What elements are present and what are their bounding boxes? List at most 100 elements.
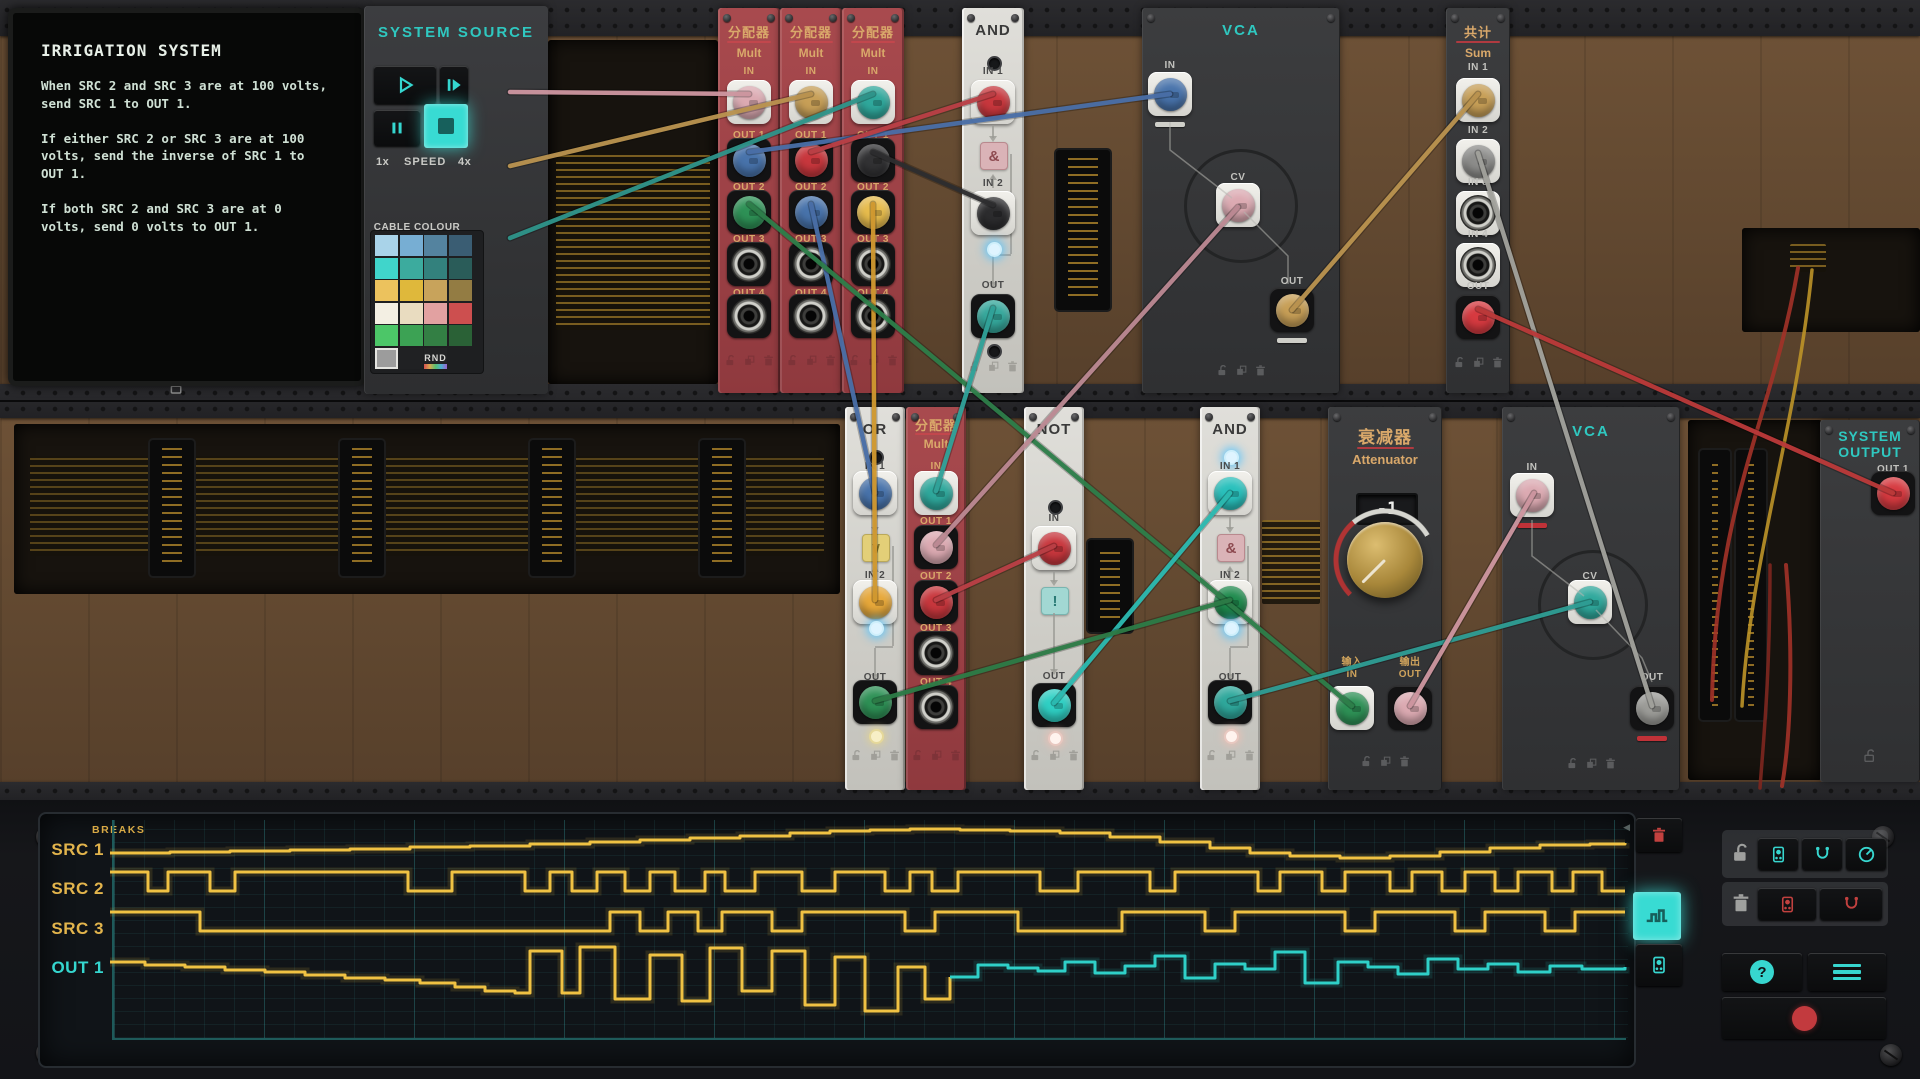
copy-icon[interactable] (1585, 757, 1598, 770)
lock-knobs-button[interactable] (1846, 838, 1886, 870)
patch-cable[interactable] (873, 204, 875, 600)
cable-colour-swatch[interactable] (400, 258, 423, 279)
copy-icon[interactable] (987, 360, 1000, 373)
trash-icon[interactable] (824, 354, 837, 367)
lock-icon[interactable] (1029, 749, 1042, 762)
cable-colour-swatch[interactable] (400, 280, 423, 301)
trash-icon[interactable] (762, 354, 775, 367)
trash-icon[interactable] (888, 749, 901, 762)
lock-icon[interactable] (724, 354, 737, 367)
module-sum[interactable]: 共计 Sum IN 1 IN 2 IN 3 IN 4 OUT (1446, 8, 1510, 393)
lock-icon[interactable] (786, 354, 799, 367)
lock-icon[interactable] (1360, 755, 1373, 768)
cable-colour-swatch[interactable] (424, 280, 447, 301)
cable-colour-swatch[interactable] (449, 303, 472, 324)
trash-icon[interactable] (1067, 749, 1080, 762)
cable-colour-swatch[interactable] (375, 280, 398, 301)
cable-colour-swatch[interactable] (375, 325, 398, 346)
trash-icon[interactable] (949, 749, 962, 762)
help-button[interactable]: ? (1722, 953, 1802, 991)
scope-wave-view-button[interactable] (1633, 892, 1681, 940)
delete-modules-button[interactable] (1758, 888, 1816, 920)
lock-icon[interactable] (848, 354, 861, 367)
scope-delete-button[interactable] (1636, 818, 1682, 852)
delete-cables-button[interactable] (1820, 888, 1882, 920)
cable-colour-swatch[interactable] (424, 303, 447, 324)
module-title-cn: 共计 (1446, 22, 1510, 41)
status-led (1224, 621, 1239, 636)
copy-icon[interactable] (743, 354, 756, 367)
cable-colour-swatch[interactable] (400, 235, 423, 256)
cable-colour-swatch[interactable] (449, 280, 472, 301)
lock-icon[interactable] (1453, 356, 1466, 369)
port-out4[interactable] (789, 294, 833, 338)
cable-colour-swatch[interactable] (400, 348, 423, 369)
cable-colour-swatch[interactable] (375, 258, 398, 279)
cable-colour-swatch[interactable] (424, 258, 447, 279)
module-mult-2[interactable]: 分配器 Mult IN OUT 1 OUT 2 OUT 3 OUT 4 (780, 8, 842, 393)
port-out2[interactable] (727, 190, 771, 234)
trash-icon[interactable] (1491, 356, 1504, 369)
cable-colour-swatch[interactable] (400, 325, 423, 346)
lock-icon[interactable] (1205, 749, 1218, 762)
cable-colour-swatch[interactable] (400, 303, 423, 324)
port-out4[interactable] (914, 685, 958, 729)
step-button[interactable] (440, 66, 468, 104)
port-out[interactable] (971, 294, 1015, 338)
play-button[interactable] (374, 66, 436, 104)
cable-colour-swatch[interactable] (424, 235, 447, 256)
copy-icon[interactable] (869, 749, 882, 762)
copy-icon[interactable] (805, 354, 818, 367)
trash-icon[interactable] (1006, 360, 1019, 373)
menu-button[interactable] (1808, 953, 1886, 991)
module-and-1[interactable]: AND IN 1 & IN 2 OUT (962, 8, 1024, 393)
module-not[interactable]: NOT IN ! OUT (1024, 407, 1084, 790)
port-in1[interactable] (1456, 78, 1500, 122)
lock-icon[interactable] (850, 749, 863, 762)
lock-icon[interactable] (1216, 364, 1229, 377)
scope-module-view-button[interactable] (1636, 944, 1682, 986)
cable-colour-swatch[interactable] (449, 258, 472, 279)
cable-colour-swatch[interactable] (449, 325, 472, 346)
stop-button[interactable] (424, 104, 468, 148)
scope-grid (112, 820, 1628, 1038)
module-vca-2[interactable]: VCA IN CV OUT (1502, 407, 1680, 790)
trash-icon[interactable] (886, 354, 899, 367)
module-vca-1[interactable]: VCA IN CV OUT (1142, 8, 1340, 393)
attenuation-knob[interactable] (1347, 522, 1423, 598)
record-button[interactable] (1722, 997, 1886, 1039)
port-out3[interactable] (914, 631, 958, 675)
lock-icon[interactable] (1566, 757, 1579, 770)
random-colour-button[interactable]: RND (424, 348, 447, 369)
cable-colour-swatch[interactable] (449, 235, 472, 256)
module-attenuator[interactable]: 衰减器 Attenuator -1 输入 IN 输出 OUT (1328, 407, 1442, 790)
lock-cables-button[interactable] (1802, 838, 1842, 870)
copy-icon[interactable] (1224, 749, 1237, 762)
copy-icon[interactable] (930, 749, 943, 762)
lock-icon[interactable] (911, 749, 924, 762)
port-out4[interactable] (727, 294, 771, 338)
cable-colour-swatch[interactable] (375, 303, 398, 324)
module-mult-1[interactable]: 分配器 Mult IN OUT 1 OUT 2 OUT 3 OUT 4 (718, 8, 780, 393)
patch-cable[interactable] (510, 92, 749, 94)
lock-modules-button[interactable] (1758, 838, 1798, 870)
trash-icon[interactable] (1398, 755, 1411, 768)
copy-icon[interactable] (1379, 755, 1392, 768)
cable-colour-swatch[interactable] (424, 325, 447, 346)
cable-colour-swatch-selected[interactable] (375, 348, 398, 369)
trash-icon[interactable] (1604, 757, 1617, 770)
pause-button[interactable] (374, 110, 420, 146)
copy-icon[interactable] (1472, 356, 1485, 369)
source-panel-title: SYSTEM SOURCE (364, 24, 548, 41)
copy-icon[interactable] (1048, 749, 1061, 762)
scope-row-label: SRC 1 (26, 840, 104, 860)
trash-icon[interactable] (1254, 364, 1267, 377)
module-system-output[interactable]: SYSTEM OUTPUT OUT 1 (1820, 420, 1920, 782)
port-in[interactable] (727, 80, 771, 124)
trash-icon[interactable] (1243, 749, 1256, 762)
unlock-icon[interactable] (1862, 748, 1878, 764)
scope-row-label: OUT 1 (26, 958, 104, 978)
cable-colour-swatch[interactable] (375, 235, 398, 256)
copy-icon[interactable] (1235, 364, 1248, 377)
port-out3[interactable] (727, 242, 771, 286)
